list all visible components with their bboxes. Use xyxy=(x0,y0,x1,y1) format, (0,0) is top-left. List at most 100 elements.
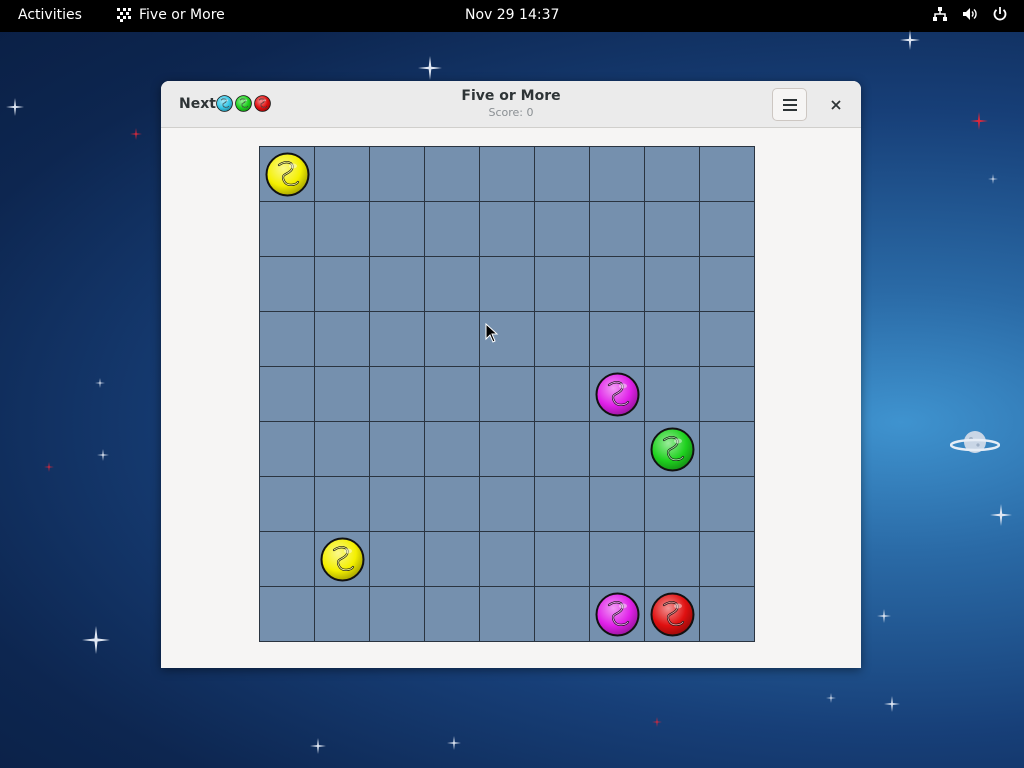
board-cell[interactable] xyxy=(315,422,370,477)
board-cell[interactable] xyxy=(700,422,755,477)
board-cell[interactable] xyxy=(700,257,755,312)
game-board[interactable] xyxy=(259,146,755,642)
board-cell[interactable] xyxy=(370,312,425,367)
board-cell[interactable] xyxy=(535,587,590,642)
magenta-ball[interactable] xyxy=(595,592,640,637)
board-cell[interactable] xyxy=(425,477,480,532)
board-cell[interactable] xyxy=(645,257,700,312)
board-cell[interactable] xyxy=(480,202,535,257)
app-menu[interactable]: Five or More xyxy=(117,7,225,23)
board-cell[interactable] xyxy=(590,422,645,477)
board-cell[interactable] xyxy=(590,587,645,642)
board-cell[interactable] xyxy=(370,477,425,532)
board-cell[interactable] xyxy=(260,532,315,587)
board-cell[interactable] xyxy=(480,477,535,532)
board-cell[interactable] xyxy=(425,147,480,202)
board-cell[interactable] xyxy=(315,202,370,257)
board-cell[interactable] xyxy=(425,422,480,477)
board-cell[interactable] xyxy=(535,202,590,257)
board-cell[interactable] xyxy=(645,202,700,257)
yellow-ball[interactable] xyxy=(265,152,310,197)
green-ball[interactable] xyxy=(650,427,695,472)
board-cell[interactable] xyxy=(590,312,645,367)
yellow-ball[interactable] xyxy=(320,537,365,582)
five-or-more-window: Next: Five or More Score: 0 xyxy=(161,81,861,668)
board-cell[interactable] xyxy=(700,202,755,257)
board-cell[interactable] xyxy=(535,532,590,587)
activities-button[interactable]: Activities xyxy=(18,7,82,23)
board-cell[interactable] xyxy=(700,147,755,202)
board-cell[interactable] xyxy=(315,312,370,367)
board-cell[interactable] xyxy=(645,532,700,587)
score-label: Score: 0 xyxy=(488,106,534,119)
board-cell[interactable] xyxy=(700,587,755,642)
clock[interactable]: Nov 29 14:37 xyxy=(465,7,559,23)
close-button[interactable] xyxy=(824,93,848,117)
board-cell[interactable] xyxy=(480,587,535,642)
board-cell[interactable] xyxy=(425,367,480,422)
board-cell[interactable] xyxy=(370,257,425,312)
board-cell[interactable] xyxy=(315,532,370,587)
board-cell[interactable] xyxy=(535,257,590,312)
board-cell[interactable] xyxy=(480,257,535,312)
network-icon[interactable] xyxy=(932,6,948,22)
board-cell[interactable] xyxy=(425,532,480,587)
board-cell[interactable] xyxy=(315,587,370,642)
board-cell[interactable] xyxy=(535,147,590,202)
board-cell[interactable] xyxy=(590,257,645,312)
board-cell[interactable] xyxy=(370,587,425,642)
board-cell[interactable] xyxy=(590,147,645,202)
board-cell[interactable] xyxy=(480,147,535,202)
hamburger-menu-icon xyxy=(782,98,797,111)
board-cell[interactable] xyxy=(370,147,425,202)
board-cell[interactable] xyxy=(315,477,370,532)
board-cell[interactable] xyxy=(590,477,645,532)
board-cell[interactable] xyxy=(480,532,535,587)
board-cell[interactable] xyxy=(590,367,645,422)
volume-icon[interactable] xyxy=(962,6,978,22)
board-cell[interactable] xyxy=(590,532,645,587)
board-cell[interactable] xyxy=(260,477,315,532)
board-cell[interactable] xyxy=(260,202,315,257)
main-menu-button[interactable] xyxy=(772,88,807,121)
board-cell[interactable] xyxy=(425,587,480,642)
board-cell[interactable] xyxy=(425,312,480,367)
board-cell[interactable] xyxy=(700,532,755,587)
board-cell[interactable] xyxy=(370,532,425,587)
board-cell[interactable] xyxy=(425,202,480,257)
red-ball[interactable] xyxy=(650,592,695,637)
board-cell[interactable] xyxy=(370,202,425,257)
board-cell[interactable] xyxy=(260,587,315,642)
board-cell[interactable] xyxy=(480,422,535,477)
system-tray[interactable] xyxy=(932,6,1008,22)
board-cell[interactable] xyxy=(260,367,315,422)
board-cell[interactable] xyxy=(645,422,700,477)
board-cell[interactable] xyxy=(645,367,700,422)
board-cell[interactable] xyxy=(315,257,370,312)
power-icon[interactable] xyxy=(992,6,1008,22)
board-cell[interactable] xyxy=(700,477,755,532)
board-cell[interactable] xyxy=(315,367,370,422)
board-cell[interactable] xyxy=(645,147,700,202)
board-cell[interactable] xyxy=(535,367,590,422)
board-cell[interactable] xyxy=(260,422,315,477)
board-cell[interactable] xyxy=(370,367,425,422)
board-cell[interactable] xyxy=(645,312,700,367)
board-cell[interactable] xyxy=(645,587,700,642)
board-cell[interactable] xyxy=(370,422,425,477)
board-cell[interactable] xyxy=(590,202,645,257)
board-cell[interactable] xyxy=(700,312,755,367)
board-cell[interactable] xyxy=(260,312,315,367)
board-cell[interactable] xyxy=(260,147,315,202)
board-cell[interactable] xyxy=(425,257,480,312)
board-cell[interactable] xyxy=(535,422,590,477)
board-cell[interactable] xyxy=(700,367,755,422)
board-cell[interactable] xyxy=(480,367,535,422)
board-cell[interactable] xyxy=(260,257,315,312)
board-cell[interactable] xyxy=(645,477,700,532)
magenta-ball[interactable] xyxy=(595,372,640,417)
board-cell[interactable] xyxy=(535,312,590,367)
header-bar[interactable]: Next: Five or More Score: 0 xyxy=(161,81,861,128)
board-cell[interactable] xyxy=(535,477,590,532)
board-cell[interactable] xyxy=(315,147,370,202)
